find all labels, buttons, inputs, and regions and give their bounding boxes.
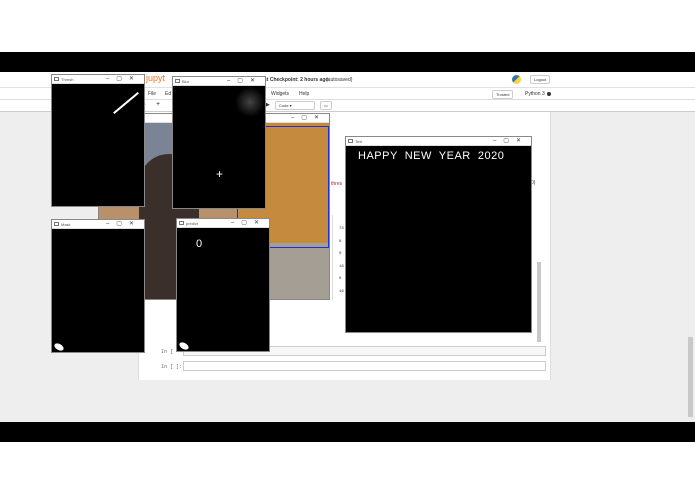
table-cell: 73 bbox=[339, 227, 344, 231]
mask-window[interactable]: Mask –▢✕ bbox=[51, 219, 145, 353]
predict-value: 0 bbox=[196, 238, 203, 250]
crosshair-icon: + bbox=[216, 167, 224, 181]
blur-titlebar[interactable]: Blur –▢✕ bbox=[173, 77, 265, 86]
predict-window[interactable]: predict –▢✕ 0 bbox=[176, 218, 270, 352]
autosaved-text: (autosaved) bbox=[326, 77, 353, 83]
window-controls[interactable]: –▢✕ bbox=[291, 114, 326, 121]
window-icon bbox=[179, 221, 184, 225]
page-scrollbar[interactable] bbox=[688, 337, 693, 417]
kernel-name: Python 3 bbox=[525, 91, 545, 97]
code-threshold-snippet: thres bbox=[331, 181, 343, 187]
table-cell: 0 bbox=[339, 252, 342, 256]
blur-window[interactable]: Blur –▢✕ + bbox=[172, 76, 266, 209]
predict-titlebar[interactable]: predict –▢✕ bbox=[177, 219, 269, 228]
window-icon bbox=[54, 77, 59, 81]
menu-help[interactable]: Help bbox=[299, 91, 309, 97]
window-title: predict bbox=[186, 221, 199, 226]
table-cell: 0 bbox=[339, 240, 342, 244]
screen: jupyt st Checkpoint: 2 hours ago (autosa… bbox=[0, 72, 695, 422]
python-logo-icon bbox=[512, 75, 521, 84]
window-controls[interactable]: –▢✕ bbox=[227, 77, 262, 84]
kernel-status-icon bbox=[547, 92, 551, 96]
window-title: Thresh bbox=[61, 77, 74, 82]
code-cell-input[interactable] bbox=[183, 361, 546, 371]
window-controls[interactable]: –▢✕ bbox=[493, 137, 528, 144]
letterbox-top bbox=[0, 52, 695, 72]
window-controls[interactable]: –▢✕ bbox=[231, 219, 266, 226]
jupyter-logo[interactable]: jupyt bbox=[146, 73, 165, 83]
checkpoint-text: st Checkpoint: 2 hours ago bbox=[264, 77, 329, 83]
window-title: Blur bbox=[182, 79, 190, 84]
predict-blob bbox=[178, 340, 190, 351]
window-title: Text bbox=[355, 139, 363, 144]
mask-titlebar[interactable]: Mask –▢✕ bbox=[52, 220, 144, 229]
text-titlebar[interactable]: Text –▢✕ bbox=[346, 137, 531, 146]
text-window[interactable]: Text –▢✕ HAPPY NEW YEAR 2020 bbox=[345, 136, 532, 333]
table-cell: 18 bbox=[339, 265, 344, 269]
table-cell: 0 bbox=[339, 277, 342, 281]
window-icon bbox=[175, 79, 180, 83]
cell-prompt: In [ ]: bbox=[161, 364, 183, 370]
window-controls[interactable]: –▢✕ bbox=[106, 220, 141, 227]
table-cell: 16 bbox=[339, 290, 344, 294]
cell-type-select[interactable]: Code ▾ bbox=[275, 101, 315, 110]
window-icon bbox=[54, 222, 59, 226]
cell-prompt: In [ bbox=[161, 349, 174, 355]
thresh-window[interactable]: Thresh –▢✕ bbox=[51, 74, 145, 207]
menu-widgets[interactable]: Widgets bbox=[271, 91, 289, 97]
text-message: HAPPY NEW YEAR 2020 bbox=[358, 150, 505, 162]
letterbox-bottom bbox=[0, 422, 695, 442]
notebook-scrollbar[interactable] bbox=[537, 262, 541, 342]
run-icon[interactable]: ▶ bbox=[266, 102, 270, 108]
blur-glow bbox=[235, 87, 265, 117]
trusted-badge[interactable]: Trusted bbox=[492, 90, 514, 99]
cell-type-label: Code bbox=[279, 103, 289, 108]
window-icon bbox=[348, 139, 353, 143]
thresh-titlebar[interactable]: Thresh –▢✕ bbox=[52, 75, 144, 84]
mask-blob bbox=[53, 341, 65, 352]
menu-edit[interactable]: Ed bbox=[165, 91, 171, 97]
logout-button[interactable]: Logout bbox=[530, 75, 551, 84]
window-controls[interactable]: –▢✕ bbox=[106, 75, 141, 82]
menu-file[interactable]: File bbox=[148, 91, 156, 97]
window-title: Mask bbox=[61, 222, 71, 227]
add-cell-icon[interactable]: + bbox=[156, 101, 160, 108]
keyboard-icon[interactable]: ▭ bbox=[320, 101, 332, 110]
thresh-streak bbox=[113, 91, 139, 115]
